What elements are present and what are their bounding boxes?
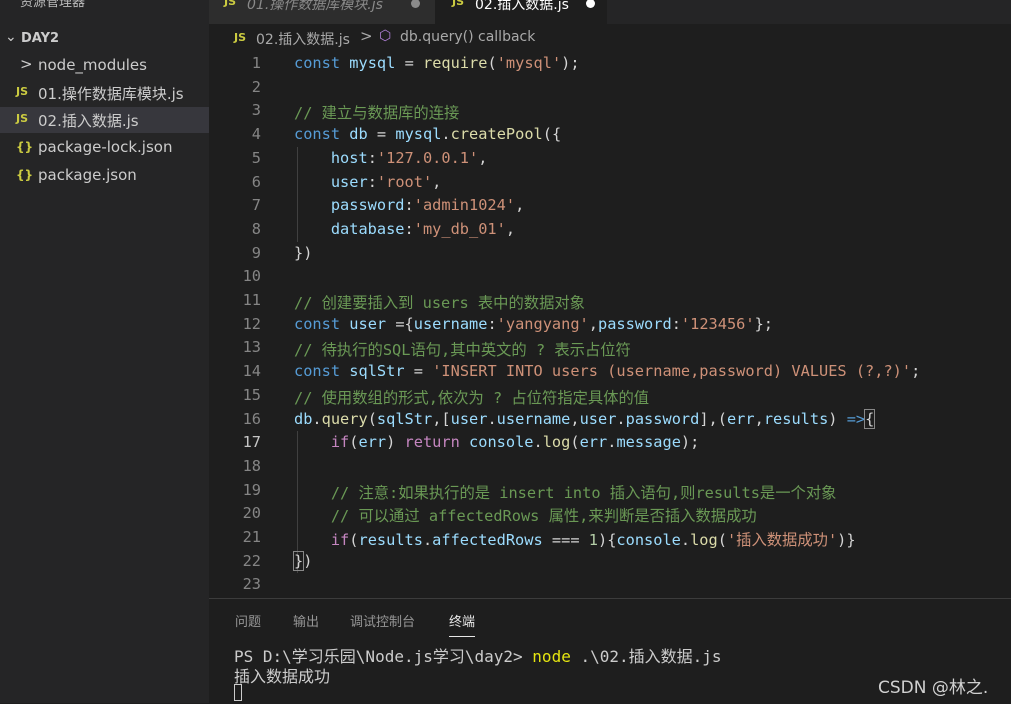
code-line-current: 17 if(err) return console.log(err.messag…	[242, 433, 700, 452]
tab-debug-console[interactable]: 调试控制台	[350, 611, 415, 630]
tree-item-label: node_modules	[38, 56, 147, 74]
code-line: 2	[251, 77, 261, 96]
terminal-args: .\02.插入数据.js	[570, 647, 722, 666]
tab-output[interactable]: 输出	[293, 611, 319, 630]
explorer-title: 资源管理器	[20, 0, 86, 10]
code-line: 6 user:'root',	[251, 172, 442, 191]
code-line: 8 database:'my_db_01',	[251, 219, 516, 238]
terminal-command: node	[532, 647, 571, 666]
code-line: 7 password:'admin1024',	[251, 196, 525, 215]
tab-terminal[interactable]: 终端	[449, 611, 476, 637]
code-line: 3 // 建立与数据库的连接	[251, 101, 460, 123]
tree-item-package-lock[interactable]: {} package-lock.json	[0, 135, 209, 161]
breadcrumb: JS 02.插入数据.js > ⬡ db.query() callback	[209, 24, 1011, 52]
folder-day2[interactable]: ⌄ DAY2	[0, 27, 209, 51]
tree-item-file-01[interactable]: JS 01.操作数据库模块.js	[0, 80, 209, 106]
code-line: 11 // 创建要插入到 users 表中的数据对象	[242, 291, 585, 312]
explorer-sidebar: 资源管理器 ··· ⌄ DAY2 > node_modules JS 01.操作…	[0, 0, 209, 703]
code-line: 22 })	[242, 550, 313, 571]
tab-label: 01.操作数据库模块.js	[247, 0, 383, 13]
explorer-header: 资源管理器 ···	[0, 0, 209, 22]
code-line: 16 db.query(sqlStr,[user.username,user.p…	[242, 408, 876, 429]
code-line: 10	[242, 267, 261, 286]
tab-label: 02.插入数据.js	[475, 0, 569, 13]
tree-item-node-modules[interactable]: > node_modules	[0, 53, 209, 79]
code-line: 20 // 可以通过 affectedRows 属性,来判断是否插入数据成功	[242, 504, 757, 526]
breadcrumb-symbol[interactable]: db.query() callback	[400, 29, 535, 45]
js-file-icon: JS	[234, 31, 247, 44]
folder-name: DAY2	[21, 31, 60, 46]
js-file-icon: JS	[16, 85, 29, 98]
unsaved-dot-icon[interactable]	[411, 0, 420, 8]
cube-symbol-icon: ⬡	[379, 28, 392, 44]
editor-tab-bar: JS 01.操作数据库模块.js JS 02.插入数据.js	[209, 0, 1011, 24]
code-line: 9 })	[251, 243, 313, 262]
tree-item-package-json[interactable]: {} package.json	[0, 163, 209, 189]
tree-item-label: 02.插入数据.js	[38, 112, 139, 130]
tab-01-file[interactable]: JS 01.操作数据库模块.js	[209, 0, 435, 24]
unsaved-dot-icon[interactable]	[586, 0, 595, 8]
code-line: 13 // 待执行的SQL语句,其中英文的 ? 表示占位符	[242, 338, 631, 360]
code-line: 23	[242, 575, 261, 594]
code-line: 5 host:'127.0.0.1',	[251, 148, 488, 167]
code-line: 1 const mysql = require('mysql');	[251, 54, 580, 72]
chevron-down-icon: ⌄	[5, 29, 17, 45]
code-line: 19 // 注意:如果执行的是 insert into 插入语句,则result…	[242, 480, 837, 502]
code-editor[interactable]: 1 const mysql = require('mysql'); 2 3 //…	[209, 52, 1011, 598]
terminal-cursor	[234, 684, 242, 701]
breadcrumb-file[interactable]: 02.插入数据.js	[256, 29, 350, 49]
code-line: 18	[242, 456, 261, 475]
tree-item-label: package-lock.json	[38, 138, 173, 156]
js-file-icon: JS	[224, 0, 237, 8]
code-line: 14 const sqlStr = 'INSERT INTO users (us…	[242, 362, 921, 381]
chevron-right-icon: >	[360, 27, 373, 45]
tab-02-file[interactable]: JS 02.插入数据.js	[435, 0, 607, 24]
tab-problems[interactable]: 问题	[235, 611, 261, 630]
json-file-icon: {}	[16, 168, 34, 182]
json-file-icon: {}	[16, 140, 34, 154]
tree-item-label: 01.操作数据库模块.js	[38, 85, 184, 103]
tree-item-label: package.json	[38, 166, 137, 184]
tree-item-file-02[interactable]: JS 02.插入数据.js	[0, 107, 209, 133]
terminal-output: 插入数据成功	[234, 667, 331, 686]
chevron-right-icon: >	[20, 55, 33, 73]
code-line: 4 const db = mysql.createPool({	[251, 125, 562, 144]
code-line: 12 const user ={username:'yangyang',pass…	[242, 314, 774, 333]
watermark: CSDN @林之.	[878, 678, 989, 698]
js-file-icon: JS	[452, 0, 465, 8]
code-line: 21 if(results.affectedRows === 1){consol…	[242, 528, 856, 549]
js-file-icon: JS	[16, 112, 29, 125]
more-actions-icon[interactable]: ···	[172, 0, 188, 7]
code-line: 15 // 使用数组的形式,依次为 ? 占位符指定具体的值	[242, 385, 650, 407]
